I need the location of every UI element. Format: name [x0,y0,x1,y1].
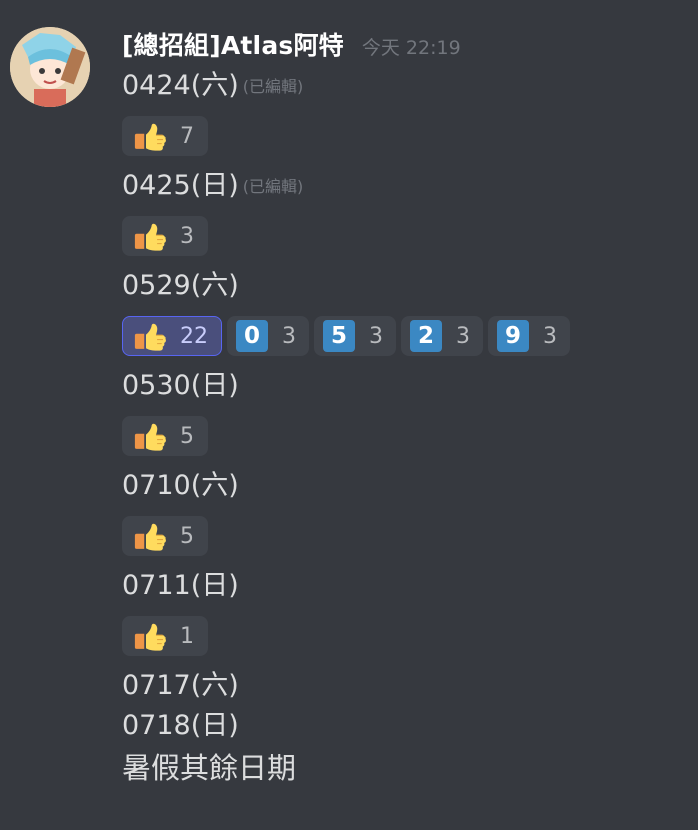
reaction-count: 3 [282,323,296,349]
message-line-text: 0530(日) [122,370,239,401]
reaction-keycap-9-button[interactable]: 93 [488,316,570,356]
reaction-thumbs-up-button[interactable]: 5 [122,416,208,456]
reaction-keycap-0-button[interactable]: 03 [227,316,309,356]
reaction-count: 3 [180,223,194,249]
edited-label: (已編輯) [242,77,304,96]
message-header: [總招組]Atlas阿特 今天 22:19 [122,26,678,66]
message-line: 0530(日) [122,366,678,406]
reactions-bar: 7 [122,116,678,156]
thumbs-up-icon [134,323,166,351]
username[interactable]: [總招組]Atlas阿特 [122,26,344,62]
keycap-digit-icon: 5 [323,320,355,352]
thumbs-up-icon [134,123,166,151]
message-line: 0710(六) [122,466,678,506]
keycap-digit-icon: 9 [497,320,529,352]
reaction-count: 1 [180,623,194,649]
message-line: 0718(日) [122,706,678,746]
keycap-digit-icon: 0 [236,320,268,352]
message-line-text: 0425(日) [122,170,239,201]
message-line: 0529(六) [122,266,678,306]
reactions-bar: 3 [122,216,678,256]
reaction-keycap-5-button[interactable]: 53 [314,316,396,356]
message-content: [總招組]Atlas阿特 今天 22:19 0424(六) (已編輯) 7 0425(… [122,26,678,790]
message-line-text: 0710(六) [122,470,239,501]
reactions-bar: 5 [122,416,678,456]
message-line: 0717(六) [122,666,678,706]
reaction-thumbs-up-button[interactable]: 1 [122,616,208,656]
reaction-count: 22 [180,323,208,349]
message-line-text: 0717(六) [122,670,239,701]
reaction-thumbs-up-button[interactable]: 22 [122,316,222,356]
message-line-text: 0718(日) [122,710,239,741]
reaction-thumbs-up-button[interactable]: 5 [122,516,208,556]
reaction-thumbs-up-button[interactable]: 7 [122,116,208,156]
avatar-image-icon [10,27,90,107]
edited-label: (已編輯) [242,177,304,196]
reaction-count: 3 [543,323,557,349]
reaction-thumbs-up-button[interactable]: 3 [122,216,208,256]
reaction-keycap-2-button[interactable]: 23 [401,316,483,356]
thumbs-up-icon [134,223,166,251]
message-line: 0425(日) (已編輯) [122,166,678,206]
reaction-count: 5 [180,523,194,549]
keycap-digit-icon: 2 [410,320,442,352]
message-line: 0711(日) [122,566,678,606]
thumbs-up-icon [134,423,166,451]
reactions-bar: 22 0 3 5 3 2 3 9 3 [122,316,678,356]
thumbs-up-icon [134,623,166,651]
timestamp[interactable]: 今天 22:19 [362,33,461,60]
message-line-text: 0529(六) [122,270,239,301]
message-avatar[interactable] [10,27,90,107]
message-line-text: 0424(六) [122,70,239,101]
reaction-count: 7 [180,123,194,149]
message-line-footer: 暑假其餘日期 [122,751,297,785]
message-line-text: 0711(日) [122,570,239,601]
message-line: 0424(六) (已編輯) [122,66,678,106]
reaction-count: 3 [369,323,383,349]
reactions-bar: 5 [122,516,678,556]
message-body: 0424(六) (已編輯) 7 0425(日) (已編輯) 3 0529(六) 22 0 3 5 3 2… [122,66,678,746]
reaction-count: 5 [180,423,194,449]
thumbs-up-icon [134,523,166,551]
reactions-bar: 1 [122,616,678,656]
reaction-count: 3 [456,323,470,349]
